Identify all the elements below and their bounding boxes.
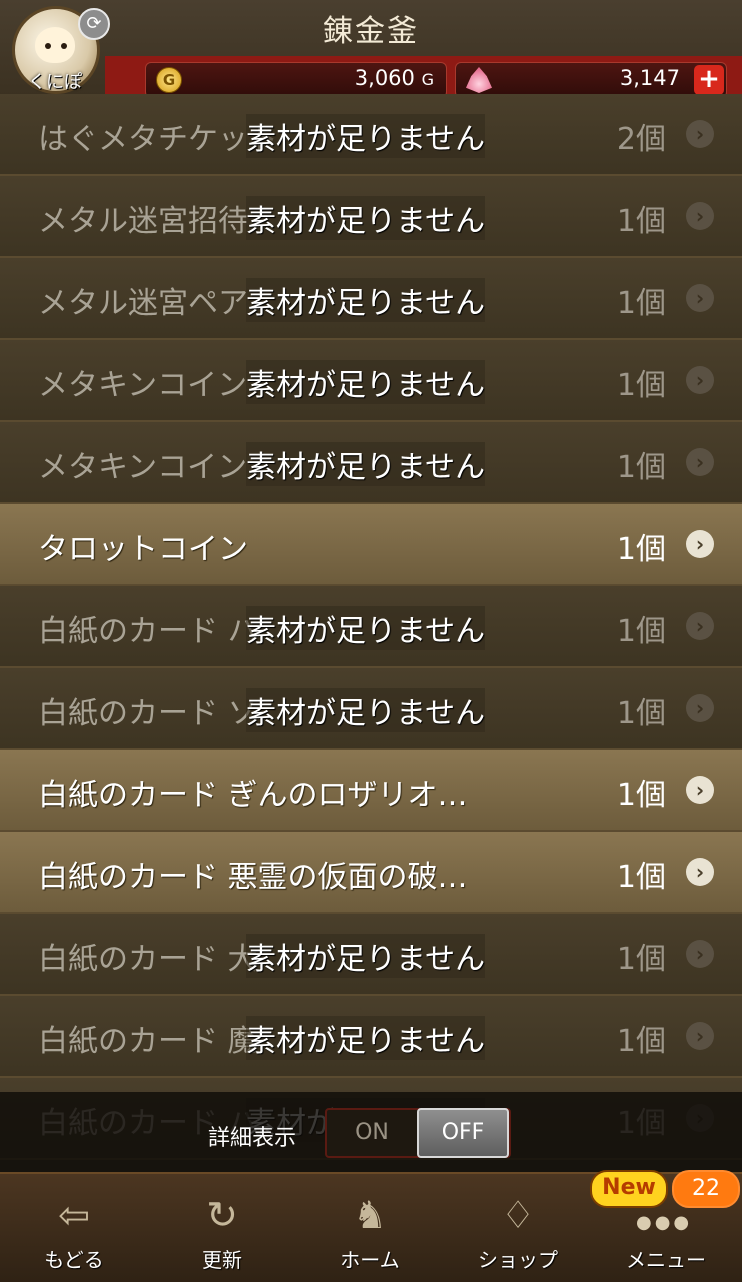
- recipe-count: 1個: [616, 860, 666, 895]
- sync-icon[interactable]: ⟳: [78, 8, 110, 40]
- toggle-on-option[interactable]: ON: [327, 1110, 417, 1156]
- gold-value: 3,060 G: [355, 66, 434, 90]
- nav-refresh[interactable]: ↻ 更新: [148, 1174, 296, 1282]
- recipe-count: 1個: [616, 368, 666, 403]
- recipe-row[interactable]: 白紙のカード ハ素材が足りません1個›: [0, 586, 742, 668]
- chevron-right-icon[interactable]: ›: [686, 448, 714, 476]
- recipe-count: 1個: [616, 778, 666, 813]
- new-badge: New: [590, 1170, 668, 1208]
- gold-coin-icon: G: [156, 67, 182, 93]
- avatar-eye-left: [45, 43, 51, 49]
- gem-display: 3,147 +: [455, 62, 727, 98]
- nav-label: もどる: [44, 1248, 104, 1272]
- recipe-row[interactable]: 白紙のカード ソ素材が足りません 1個 ›: [0, 668, 742, 750]
- recipe-count: 1個: [616, 696, 666, 731]
- insufficient-materials-label: 素材が足りません: [246, 442, 486, 486]
- nav-back[interactable]: ⇦ もどる: [0, 1174, 148, 1282]
- recipe-row[interactable]: メタキンコイン 素材が足りません 1個 ›: [0, 422, 742, 504]
- gold-amount: 3,060: [354, 66, 415, 90]
- recipe-row[interactable]: メタキンコイン 素材が足りません 1個 ›: [0, 340, 742, 422]
- nav-shop[interactable]: ♢ ショップ: [444, 1174, 592, 1282]
- chevron-right-icon[interactable]: ›: [686, 940, 714, 968]
- chevron-right-icon[interactable]: ›: [686, 1022, 714, 1050]
- insufficient-materials-label: 素材が足りません: [246, 360, 486, 404]
- gold-unit: G: [421, 70, 434, 89]
- nav-label: 更新: [202, 1248, 242, 1272]
- insufficient-materials-label: 素材が足りません: [246, 688, 486, 732]
- slime-shop-icon: ♢: [500, 1193, 536, 1237]
- back-arrow-icon: ⇦: [58, 1193, 90, 1237]
- insufficient-materials-label: 素材が足りません: [246, 934, 486, 978]
- header-bar: 錬金釜 ⟳ くにぽ G 3,060 G 3,147 +: [0, 0, 742, 102]
- bottom-nav: ⇦ もどる ↻ 更新 ♞ ホーム ♢ ショップ メニュー ●●● New 22: [0, 1170, 742, 1282]
- nav-label: メニュー: [626, 1248, 706, 1272]
- insufficient-materials-label: 素材が足りません: [246, 1016, 486, 1060]
- recipe-row[interactable]: メタル迷宮ペア 素材が足りません 1個 ›: [0, 258, 742, 340]
- recipe-count: 2個: [616, 122, 666, 157]
- avatar-eye-right: [61, 43, 67, 49]
- recipe-name: 白紙のカード ぎんのロザリオ…: [38, 778, 468, 813]
- recipe-row[interactable]: はぐメタチケット 素材が足りません 2個 ›: [0, 94, 742, 176]
- chevron-right-icon[interactable]: ›: [686, 202, 714, 230]
- recipe-count: 1個: [616, 942, 666, 977]
- recipe-row[interactable]: タロットコイン 1個 ›: [0, 504, 742, 586]
- recipe-count: 1個: [616, 286, 666, 321]
- page-title: 錬金釜: [323, 14, 419, 49]
- recipe-count: 1個: [616, 614, 666, 649]
- chevron-right-icon[interactable]: ›: [686, 284, 714, 312]
- insufficient-materials-label: 素材が足りません: [246, 114, 486, 158]
- add-gems-button[interactable]: +: [694, 65, 724, 95]
- recipe-count: 1個: [616, 532, 666, 567]
- recipe-count: 1個: [616, 204, 666, 239]
- chevron-right-icon[interactable]: ›: [686, 612, 714, 640]
- insufficient-materials-label: 素材が足りません: [246, 196, 486, 240]
- recipe-count: 1個: [616, 1024, 666, 1059]
- recipe-row[interactable]: 白紙のカード ぎんのロザリオ… 1個 ›: [0, 750, 742, 832]
- chevron-right-icon[interactable]: ›: [686, 776, 714, 804]
- gem-icon: [466, 67, 492, 93]
- dragon-home-icon: ♞: [352, 1193, 388, 1237]
- avatar-face: [35, 27, 75, 63]
- chevron-right-icon[interactable]: ›: [686, 120, 714, 148]
- recipe-row[interactable]: 白紙のカード 悪霊の仮面の破… 1個 ›: [0, 832, 742, 914]
- chevron-right-icon[interactable]: ›: [686, 858, 714, 886]
- refresh-icon: ↻: [206, 1193, 238, 1237]
- gem-value: 3,147: [619, 66, 680, 90]
- recipe-count: 1個: [616, 450, 666, 485]
- detail-toggle[interactable]: ON OFF: [325, 1108, 511, 1158]
- chevron-right-icon[interactable]: ›: [686, 530, 714, 558]
- detail-label: 詳細表示: [208, 1126, 297, 1151]
- toggle-off-option[interactable]: OFF: [417, 1108, 509, 1158]
- menu-count-badge: 22: [672, 1170, 740, 1208]
- nav-label: ホーム: [340, 1248, 400, 1272]
- recipe-row[interactable]: 白紙のカード 魔素材が足りません 1個 ›: [0, 996, 742, 1078]
- player-name: くにぽ: [28, 72, 82, 93]
- chevron-right-icon[interactable]: ›: [686, 366, 714, 394]
- gold-display: G 3,060 G: [145, 62, 447, 98]
- recipe-list: はぐメタチケット 素材が足りません 2個 › メタル迷宮招待 素材が足りません 1個 › メタル…: [0, 94, 742, 1160]
- detail-toggle-bar: 詳細表示 ON OFF: [0, 1092, 742, 1172]
- recipe-name: 白紙のカード 悪霊の仮面の破…: [38, 860, 468, 895]
- recipe-row[interactable]: 白紙のカード 大素材が足りません 1個 ›: [0, 914, 742, 996]
- nav-home[interactable]: ♞ ホーム: [296, 1174, 444, 1282]
- nav-label: ショップ: [478, 1248, 558, 1272]
- chevron-right-icon[interactable]: ›: [686, 694, 714, 722]
- recipe-row[interactable]: メタル迷宮招待 素材が足りません 1個 ›: [0, 176, 742, 258]
- insufficient-materials-label: 素材が足りません: [246, 278, 486, 322]
- insufficient-materials-label: 素材が足りません: [246, 606, 486, 650]
- recipe-name: タロットコイン: [38, 532, 248, 567]
- menu-dots-icon: ●●●: [636, 1212, 693, 1233]
